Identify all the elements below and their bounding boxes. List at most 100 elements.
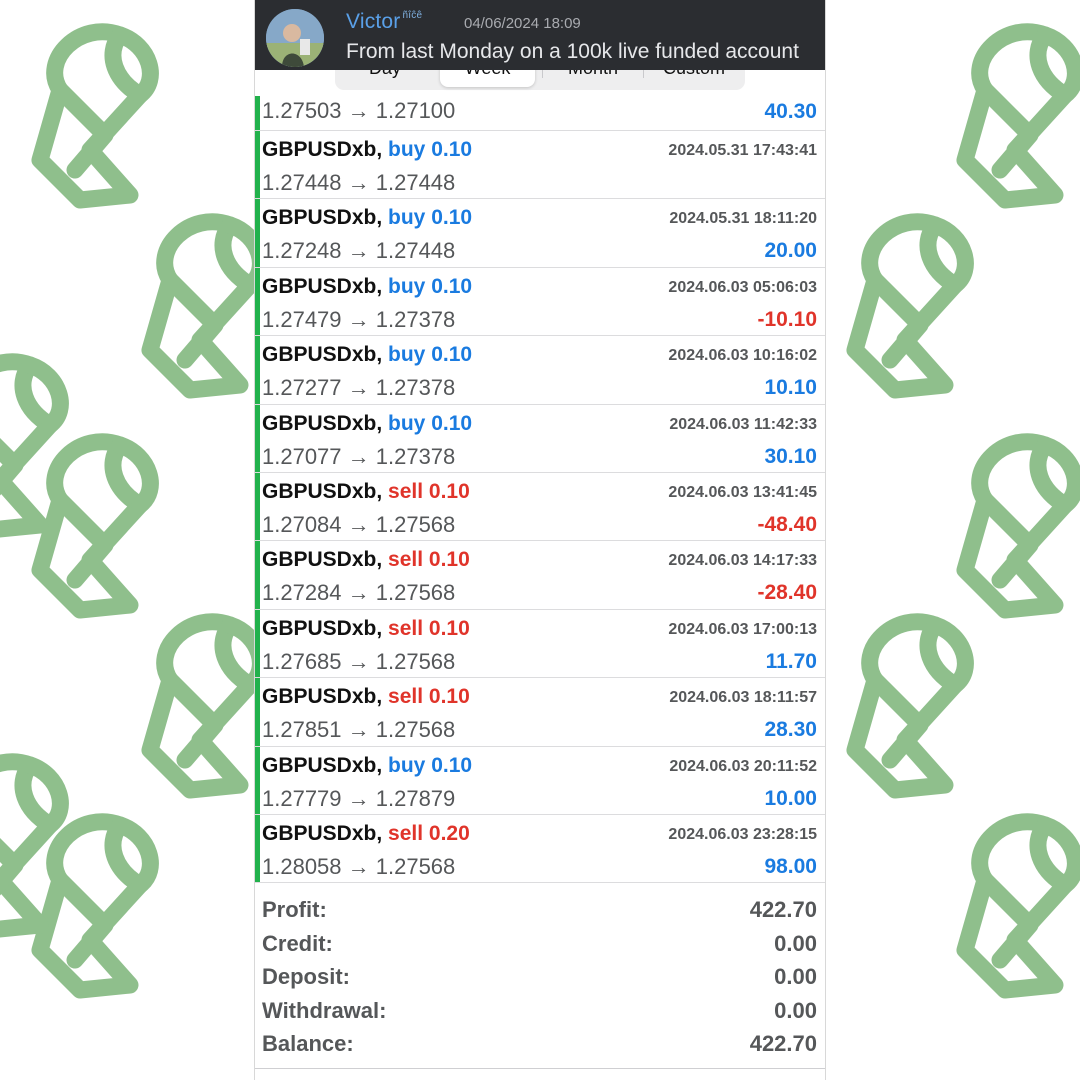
list-item[interactable]: GBPUSDxb, sell 0.10 2024.06.03 13:41:45 1.… (255, 472, 825, 542)
list-item[interactable]: GBPUSDxb, buy 0.10 2024.06.03 20:11:52 1.2… (255, 746, 825, 815)
trade-volume: 0.10 (431, 206, 473, 230)
trade-prices: 1.27277 → 1.27378 (262, 375, 456, 401)
summary-value: 422.70 (749, 897, 817, 922)
username[interactable]: Victor ñîĉê (346, 10, 422, 34)
trade-profit: 98.00 (764, 854, 817, 878)
status-bar (255, 678, 260, 746)
trade-profit: -48.40 (757, 512, 817, 536)
trade-title: GBPUSDxb, sell 0.10 (262, 617, 470, 641)
summary-label: Withdrawal: (262, 997, 387, 1023)
trade-profit: 40.30 (764, 100, 817, 123)
summary-label: Deposit: (262, 964, 350, 990)
trade-volume: 0.10 (428, 685, 470, 709)
summary-label: Credit: (262, 930, 333, 956)
list-item[interactable]: GBPUSDxb, sell 0.20 2024.06.03 23:28:15 1.… (255, 814, 825, 884)
trade-prices: 1.28058 → 1.27568 (262, 853, 456, 879)
summary-row-balance: Balance: 422.70 (255, 1027, 825, 1061)
divider (255, 1068, 825, 1069)
trade-side: buy (388, 753, 426, 777)
summary-value: 0.00 (774, 930, 817, 956)
list-item[interactable]: GBPUSDxb, buy 0.10 2024.06.03 11:42:33 1.2… (255, 404, 825, 473)
trade-time: 2024.05.31 18:11:20 (669, 210, 817, 228)
trade-side: sell (388, 685, 424, 709)
trade-prices: 1.27248 → 1.27448 (262, 238, 456, 264)
trade-prices: 1.27084 → 1.27568 (262, 511, 456, 537)
trade-side: sell (388, 616, 424, 640)
trade-symbol: GBPUSDxb, (262, 753, 383, 777)
list-item[interactable]: GBPUSDxb, buy 0.10 2024.05.31 18:11:20 1.2… (255, 199, 825, 268)
trade-side: buy (388, 138, 426, 161)
trade-symbol: GBPUSDxb, (262, 274, 383, 298)
status-bar (255, 541, 260, 609)
trade-prices: 1.27448 → 1.27448 (262, 170, 456, 195)
trade-side: sell (388, 548, 424, 572)
list-item[interactable]: GBPUSDxb, buy 0.10 2024.05.31 17:43:41 1.2… (255, 131, 825, 200)
trade-profit: 20.00 (764, 239, 817, 263)
summary-row-credit: Credit: 0.00 (255, 927, 825, 961)
status-bar (255, 746, 260, 814)
trade-volume: 0.10 (428, 548, 470, 572)
trade-title: GBPUSDxb, buy 0.10 (262, 206, 472, 230)
trade-symbol: GBPUSDxb, (262, 411, 383, 435)
trade-symbol: GBPUSDxb, (262, 343, 383, 367)
trade-title: GBPUSDxb, buy 0.10 (262, 138, 472, 162)
list-item[interactable]: GBPUSDxb, sell 0.10 2024.06.03 17:00:13 1.… (255, 609, 825, 679)
trade-volume: 0.10 (431, 274, 473, 298)
trade-symbol: GBPUSDxb, (262, 548, 383, 572)
list-item[interactable]: GBPUSDxb, buy 0.10 2024.06.03 05:06:03 1.2… (255, 267, 825, 337)
list-item[interactable]: GBPUSDxb, buy 0.10 2024.06.03 10:16:02 1.2… (255, 336, 825, 405)
trade-prices: 1.27779 → 1.27879 (262, 785, 456, 811)
trade-symbol: GBPUSDxb, (262, 616, 383, 640)
status-bar (255, 814, 260, 883)
trade-volume: 0.10 (428, 479, 470, 503)
summary-value: 0.00 (774, 997, 817, 1023)
avatar[interactable] (266, 9, 324, 67)
trade-title: GBPUSDxb, buy 0.10 (262, 754, 472, 778)
list-item[interactable]: 1.27503 → 1.27100 40.30 (255, 96, 825, 131)
trade-profit: 11.70 (765, 649, 817, 673)
trade-volume: 0.10 (431, 411, 473, 435)
trade-prices: 1.27503 → 1.27100 (262, 98, 456, 123)
trade-volume: 0.10 (431, 343, 473, 367)
trade-time: 2024.06.03 23:28:15 (668, 825, 817, 843)
trade-prices: 1.27851 → 1.27568 (262, 717, 456, 743)
trade-time: 2024.06.03 05:06:03 (668, 278, 817, 296)
status-bar (255, 199, 260, 267)
trade-prices: 1.27479 → 1.27378 (262, 306, 456, 332)
trade-side: buy (388, 343, 426, 367)
trade-time: 2024.06.03 13:41:45 (668, 483, 817, 501)
trade-time: 2024.06.03 10:16:02 (668, 347, 817, 365)
user-badge: ñîĉê (402, 10, 423, 21)
trade-volume: 0.10 (431, 138, 473, 161)
trade-prices: 1.27284 → 1.27568 (262, 580, 456, 606)
trade-side: buy (388, 206, 426, 230)
trade-time: 2024.06.03 17:00:13 (668, 620, 817, 638)
account-summary: Profit: 422.70 Credit: 0.00 Deposit: 0.0… (255, 893, 825, 1061)
trade-profit: 30.10 (764, 444, 817, 468)
summary-row-profit: Profit: 422.70 (255, 893, 825, 927)
list-item[interactable]: GBPUSDxb, sell 0.10 2024.06.03 18:11:57 1.… (255, 678, 825, 747)
summary-label: Profit: (262, 897, 327, 922)
status-bar (255, 131, 260, 199)
list-item[interactable]: GBPUSDxb, sell 0.10 2024.06.03 14:17:33 1.… (255, 541, 825, 610)
trade-side: sell (388, 479, 424, 503)
trade-title: GBPUSDxb, buy 0.10 (262, 275, 472, 299)
trade-time: 2024.06.03 18:11:57 (669, 689, 817, 707)
trade-title: GBPUSDxb, sell 0.20 (262, 822, 470, 846)
trade-time: 2024.06.03 20:11:52 (669, 757, 817, 775)
trade-symbol: GBPUSDxb, (262, 206, 383, 230)
trade-time: 2024.05.31 17:43:41 (668, 142, 817, 159)
summary-row-withdrawal: Withdrawal: 0.00 (255, 994, 825, 1028)
trade-prices: 1.27077 → 1.27378 (262, 443, 456, 469)
trade-profit: -28.40 (757, 581, 817, 605)
message-text: From last Monday on a 100k live funded a… (346, 40, 799, 63)
message-timestamp: 04/06/2024 18:09 (464, 15, 581, 32)
trade-time: 2024.06.03 11:42:33 (669, 415, 817, 433)
trade-title: GBPUSDxb, sell 0.10 (262, 548, 470, 572)
chat-message-header: Victor ñîĉê 04/06/2024 18:09 From last Mo… (255, 0, 825, 70)
status-bar (255, 404, 260, 472)
trade-volume: 0.20 (428, 821, 470, 845)
trade-symbol: GBPUSDxb, (262, 821, 383, 845)
trade-profit: 28.30 (764, 718, 817, 742)
trade-profit: 10.10 (764, 376, 817, 400)
